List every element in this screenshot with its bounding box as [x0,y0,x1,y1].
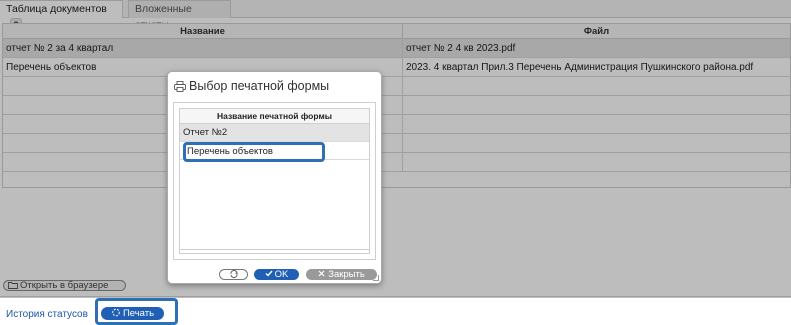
print-form-dialog: Выбор печатной формы Название печатной ф… [167,71,382,284]
printer-icon [174,81,186,92]
print-button-label: Печать [122,308,155,319]
list-item-report-2[interactable]: Отчет №2 [180,124,369,142]
status-history-link[interactable]: История статусов [6,309,88,320]
modal-overlay [0,0,791,298]
dialog-title-text: Выбор печатной формы [189,79,330,93]
grid-footer-divider [180,249,369,250]
print-form-grid: Название печатной формы Отчет №2 Перечен… [179,108,370,254]
dialog-grid-container: Название печатной формы Отчет №2 Перечен… [173,102,376,260]
page: Таблица документов8 Вложенные отчеты Наз… [0,0,791,325]
ok-button[interactable]: OK [254,269,299,280]
refresh-button[interactable] [219,269,248,280]
list-item-object-list[interactable]: Перечень объектов [183,142,325,162]
ok-button-label: OK [274,269,289,280]
spinner-icon [112,308,120,317]
dialog-title: Выбор печатной формы [174,77,329,95]
print-button[interactable]: Печать [101,307,164,320]
close-icon [318,270,325,277]
bottom-toolbar: История статусов Печать [0,296,791,325]
resize-handle[interactable] [373,275,379,281]
column-header-print-form[interactable]: Название печатной формы [180,109,369,124]
check-icon [265,270,273,277]
refresh-icon [230,270,238,278]
dialog-buttons: OK Закрыть [168,269,383,281]
close-button[interactable]: Закрыть [306,269,377,280]
close-button-label: Закрыть [328,269,365,280]
